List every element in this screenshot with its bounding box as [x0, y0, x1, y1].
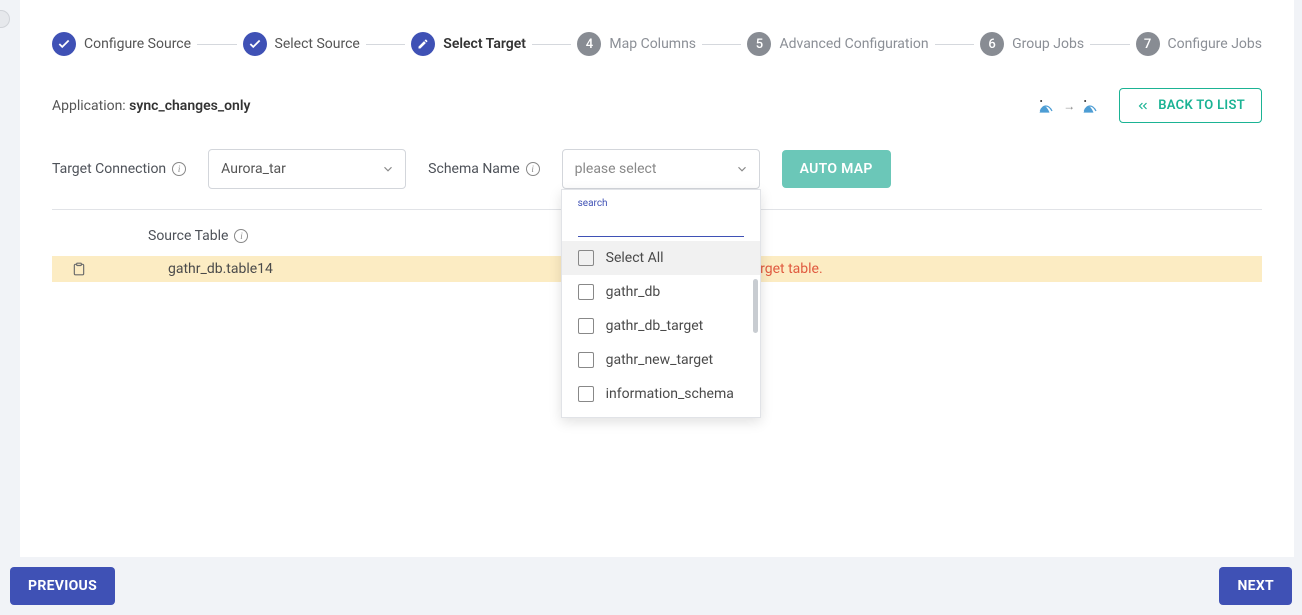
step-separator [197, 44, 236, 45]
step-separator [366, 44, 405, 45]
application-row: Application: sync_changes_only → BACK TO… [52, 88, 1262, 123]
step-label: Advanced Configuration [779, 36, 928, 52]
checkbox-icon [578, 284, 594, 300]
step-separator [935, 44, 974, 45]
checkbox-icon [578, 318, 594, 334]
dropdown-option-label: gathr_db [606, 284, 661, 300]
info-icon[interactable]: i [526, 162, 540, 176]
wizard-panel: Configure Source Select Source Select Ta… [20, 0, 1294, 565]
next-button[interactable]: NEXT [1219, 567, 1292, 605]
db-flow-icons: → [1037, 96, 1101, 116]
checkbox-icon [578, 386, 594, 402]
back-to-list-label: BACK TO LIST [1158, 98, 1245, 113]
scrollbar[interactable] [753, 279, 758, 333]
step-label: Configure Jobs [1168, 36, 1262, 52]
target-connection-label: Target Connection i [52, 161, 186, 177]
schema-name-label: Schema Name i [428, 161, 539, 177]
target-form-row: Target Connection i Aurora_tar Schema Na… [52, 149, 1262, 189]
step-number: 7 [1136, 32, 1160, 56]
info-icon[interactable]: i [234, 229, 248, 243]
dropdown-option-label: gathr_new_target [606, 352, 714, 368]
dropdown-option-label: information_schema [606, 386, 734, 402]
col-icon-spacer [52, 228, 148, 244]
dropdown-select-all[interactable]: Select All [562, 241, 760, 275]
check-icon [243, 32, 267, 56]
mysql-source-icon [1037, 96, 1057, 116]
target-connection-select[interactable]: Aurora_tar [208, 149, 406, 189]
target-connection-value: Aurora_tar [221, 161, 286, 177]
wizard-footer: PREVIOUS NEXT [0, 557, 1302, 615]
row-icon-cell [52, 262, 148, 276]
step-configure-source[interactable]: Configure Source [52, 32, 191, 56]
chevron-down-icon [381, 162, 395, 176]
step-separator [1090, 44, 1129, 45]
application-prefix: Application: [52, 98, 129, 114]
info-icon[interactable]: i [172, 162, 186, 176]
dropdown-option[interactable]: information_schema [562, 377, 760, 411]
previous-button[interactable]: PREVIOUS [10, 567, 115, 605]
step-number: 6 [980, 32, 1004, 56]
step-label: Configure Source [84, 36, 191, 52]
step-configure-jobs[interactable]: 7 Configure Jobs [1136, 32, 1262, 56]
dropdown-search-label: search [578, 198, 744, 209]
auto-map-button[interactable]: AUTO MAP [782, 150, 891, 188]
arrow-icon: → [1063, 99, 1075, 113]
back-to-list-button[interactable]: BACK TO LIST [1119, 88, 1262, 123]
application-label: Application: sync_changes_only [52, 98, 250, 114]
step-separator [532, 44, 571, 45]
step-separator [702, 44, 741, 45]
col-header-source: Source Table i [148, 228, 568, 244]
schema-name-select[interactable]: please select [562, 149, 760, 189]
checkbox-icon [578, 250, 594, 266]
dropdown-list: Select All gathr_db gathr_db_target gath… [562, 241, 760, 417]
dropdown-search: search [562, 190, 760, 241]
step-select-source[interactable]: Select Source [243, 32, 360, 56]
schema-name-placeholder: please select [575, 161, 657, 177]
dropdown-option[interactable]: gathr_db [562, 275, 760, 309]
dropdown-select-all-label: Select All [606, 250, 664, 266]
step-label: Select Source [275, 36, 360, 52]
dropdown-option[interactable]: gathr_db_target [562, 309, 760, 343]
dropdown-option-label: gathr_db_target [606, 318, 704, 334]
step-group-jobs[interactable]: 6 Group Jobs [980, 32, 1084, 56]
chevron-double-left-icon [1136, 99, 1150, 113]
check-icon [52, 32, 76, 56]
chevron-down-icon [735, 162, 749, 176]
dropdown-search-input[interactable] [578, 211, 744, 237]
step-number: 5 [747, 32, 771, 56]
clipboard-icon [72, 262, 86, 276]
collapse-handle[interactable] [0, 10, 10, 28]
step-label: Select Target [443, 36, 526, 52]
step-label: Map Columns [609, 36, 696, 52]
checkbox-icon [578, 352, 594, 368]
application-right-controls: → BACK TO LIST [1037, 88, 1262, 123]
step-label: Group Jobs [1012, 36, 1084, 52]
step-map-columns[interactable]: 4 Map Columns [577, 32, 696, 56]
row-source-value: gathr_db.table14 [148, 261, 568, 277]
application-name: sync_changes_only [129, 98, 250, 114]
dropdown-option[interactable]: gathr_new_target [562, 343, 760, 377]
mysql-target-icon [1081, 96, 1101, 116]
pencil-icon [411, 32, 435, 56]
stepper: Configure Source Select Source Select Ta… [52, 32, 1262, 56]
step-select-target[interactable]: Select Target [411, 32, 526, 56]
step-advanced-config[interactable]: 5 Advanced Configuration [747, 32, 928, 56]
schema-dropdown-panel: search Select All gathr_db gathr_db_targ… [561, 189, 761, 418]
step-number: 4 [577, 32, 601, 56]
